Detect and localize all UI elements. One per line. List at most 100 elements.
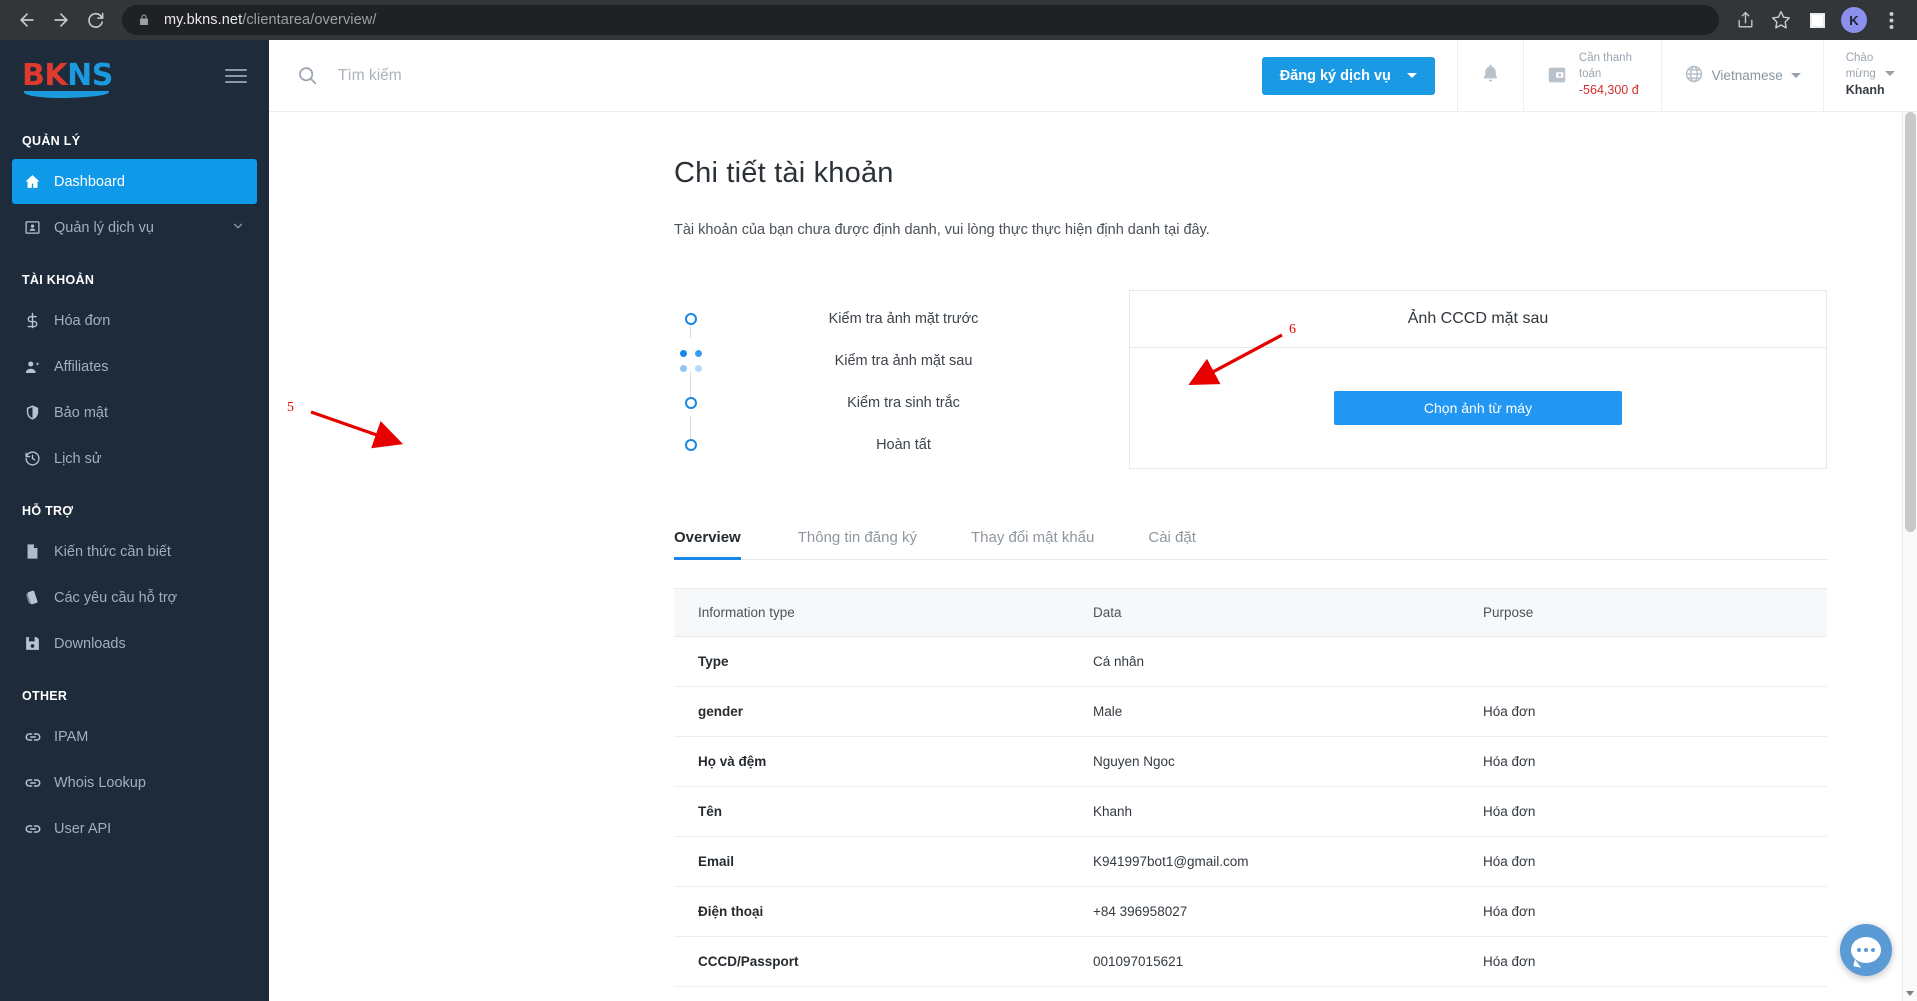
lock-icon (136, 12, 152, 28)
sidebar-item-bao-mat[interactable]: Bảo mật (12, 390, 257, 435)
step-item-4[interactable]: Hoàn tất (674, 424, 1129, 466)
sidebar-item-ipam[interactable]: IPAM (12, 714, 257, 759)
cell-information-type: Email (674, 836, 1069, 887)
user-plus-icon (24, 358, 54, 376)
step-item-1[interactable]: Kiểm tra ảnh mặt trước (674, 298, 1129, 340)
history-clock-icon (24, 450, 54, 467)
sidebar-item-kien-thuc-can-biet[interactable]: Kiến thức cần biết (12, 529, 257, 574)
wallet-text: Cần thanh toán -564,300 đ (1579, 51, 1639, 100)
cell-purpose: Hóa đơn (1459, 686, 1827, 737)
tab-thong-tin-dang-ky[interactable]: Thông tin đăng ký (771, 529, 944, 559)
sidebar-item-cac-yeu-cau-ho-tro[interactable]: Các yêu cầu hỗ trợ (12, 575, 257, 620)
chevron-down-icon (1406, 73, 1417, 78)
register-service-label: Đăng ký dịch vụ (1279, 67, 1391, 84)
sidebar-item-label: Các yêu cầu hỗ trợ (54, 589, 178, 606)
sidebar-item-affiliates[interactable]: Affiliates (12, 344, 257, 389)
step-label: Hoàn tất (876, 437, 931, 453)
table-row: Email K941997bot1@gmail.com Hóa đơn (674, 836, 1827, 887)
bookmark-button[interactable] (1765, 4, 1797, 36)
save-disk-icon (24, 635, 54, 652)
app-topbar: Đăng ký dịch vụ Cần thanh toán (269, 40, 1917, 112)
cell-information-type: Type (674, 636, 1069, 687)
scrollbar-thumb[interactable] (1905, 112, 1916, 532)
sidebar-header: BKNS (0, 40, 269, 112)
table-row: gender Male Hóa đơn (674, 686, 1827, 737)
step-item-2[interactable]: Kiểm tra ảnh mặt sau (674, 340, 1129, 382)
chevron-down-icon (1885, 71, 1895, 77)
sidebar-item-label: Hóa đơn (54, 312, 111, 329)
address-bar[interactable]: my.bkns.net/clientarea/overview/ (122, 5, 1719, 35)
forward-button[interactable] (44, 3, 78, 37)
search-input[interactable] (338, 66, 1240, 85)
sidebar-item-hoa-don[interactable]: Hóa đơn (12, 298, 257, 343)
wallet-icon (1546, 64, 1568, 86)
main-area: Đăng ký dịch vụ Cần thanh toán (269, 40, 1917, 1001)
user-menu[interactable]: Chào mừng Khanh (1822, 40, 1917, 111)
sidebar-item-dashboard[interactable]: Dashboard (12, 159, 257, 204)
browser-toolbar: my.bkns.net/clientarea/overview/ K (0, 0, 1917, 40)
link-icon (24, 728, 54, 746)
back-button[interactable] (10, 3, 44, 37)
scroll-down-arrow-icon[interactable] (1906, 991, 1914, 996)
page-scrollbar[interactable] (1902, 112, 1917, 1001)
sidebar-item-label: IPAM (54, 728, 89, 745)
hamburger-icon[interactable] (225, 69, 247, 83)
browser-menu-button[interactable] (1875, 4, 1907, 36)
wallet-label-line2: toán (1578, 67, 1602, 80)
table-row: CCCD/Passport 001097015621 Hóa đơn (674, 936, 1827, 987)
link-icon (24, 774, 54, 792)
cell-data: K941997bot1@gmail.com (1069, 836, 1459, 887)
link-icon (24, 820, 54, 838)
notifications-cell[interactable] (1456, 40, 1523, 111)
sidebar-item-quan-ly-dich-vu[interactable]: Quản lý dịch vụ (12, 205, 257, 250)
split-screen-button[interactable] (1801, 4, 1833, 36)
search-container (269, 40, 1240, 111)
chat-bubble-icon (1851, 937, 1881, 963)
sidebar-item-label: Dashboard (54, 173, 125, 190)
logo-bk-text: BK (22, 58, 68, 93)
sidebar-item-user-api[interactable]: User API (12, 806, 257, 851)
wallet-cell[interactable]: Cần thanh toán -564,300 đ (1522, 40, 1661, 111)
sidebar-item-downloads[interactable]: Downloads (12, 621, 257, 666)
reload-button[interactable] (78, 3, 112, 37)
globe-icon (1684, 64, 1704, 87)
greeting-text: Chào mừng Khanh (1846, 51, 1895, 100)
sidebar-section-title-other: OTHER (22, 689, 68, 703)
kebab-menu-icon (1889, 11, 1893, 29)
step-item-3[interactable]: Kiểm tra sinh trắc (674, 382, 1129, 424)
language-selector[interactable]: Vietnamese (1660, 40, 1823, 111)
cell-data: Nguyen Ngoc (1069, 736, 1459, 787)
url-host: my.bkns.net (164, 12, 243, 28)
dollar-icon (24, 312, 54, 329)
table-header-row: Information type Data Purpose (674, 588, 1827, 637)
sidebar-item-label: Lịch sử (54, 450, 102, 467)
bkns-logo[interactable]: BKNS (22, 58, 113, 98)
sidebar-section-title-hotro: HỖ TRỢ (22, 504, 74, 518)
cell-information-type: CCCD/Passport (674, 936, 1069, 987)
shield-icon (24, 404, 54, 421)
sidebar-item-lich-su[interactable]: Lịch sử (12, 436, 257, 481)
tab-overview[interactable]: Overview (674, 529, 771, 560)
chat-support-button[interactable] (1840, 924, 1892, 976)
register-service-button[interactable]: Đăng ký dịch vụ (1261, 56, 1435, 95)
table-row: Type Cá nhân (674, 636, 1827, 687)
page-title: Chi tiết tài khoản (674, 157, 894, 189)
cell-purpose: Hóa đơn (1459, 936, 1827, 987)
cell-purpose: Hóa đơn (1459, 786, 1827, 837)
loading-spinner-icon (680, 350, 702, 372)
content-area: Chi tiết tài khoản Tài khoản của bạn chư… (269, 112, 1917, 1001)
sidebar-item-whois-lookup[interactable]: Whois Lookup (12, 760, 257, 805)
choose-image-button[interactable]: Chọn ảnh từ máy (1334, 391, 1622, 425)
tab-cai-dat[interactable]: Cài đặt (1121, 529, 1223, 559)
tab-thay-doi-mat-khau[interactable]: Thay đổi mật khẩu (944, 529, 1121, 559)
cell-data: 001097015621 (1069, 936, 1459, 987)
wallet-amount: -564,300 đ (1578, 83, 1639, 98)
sidebar-section-title-taikhoan: TÀI KHOẢN (22, 273, 95, 287)
upload-card-title: Ảnh CCCD mặt sau (1130, 291, 1826, 348)
table-row: Tên Khanh Hóa đơn (674, 786, 1827, 837)
register-service-cell: Đăng ký dịch vụ (1240, 40, 1457, 111)
share-button[interactable] (1729, 4, 1761, 36)
step-dot-icon (685, 439, 697, 451)
identification-row: Kiểm tra ảnh mặt trước Kiểm tra ảnh mặt … (674, 290, 1827, 469)
profile-avatar[interactable]: K (1841, 7, 1867, 33)
